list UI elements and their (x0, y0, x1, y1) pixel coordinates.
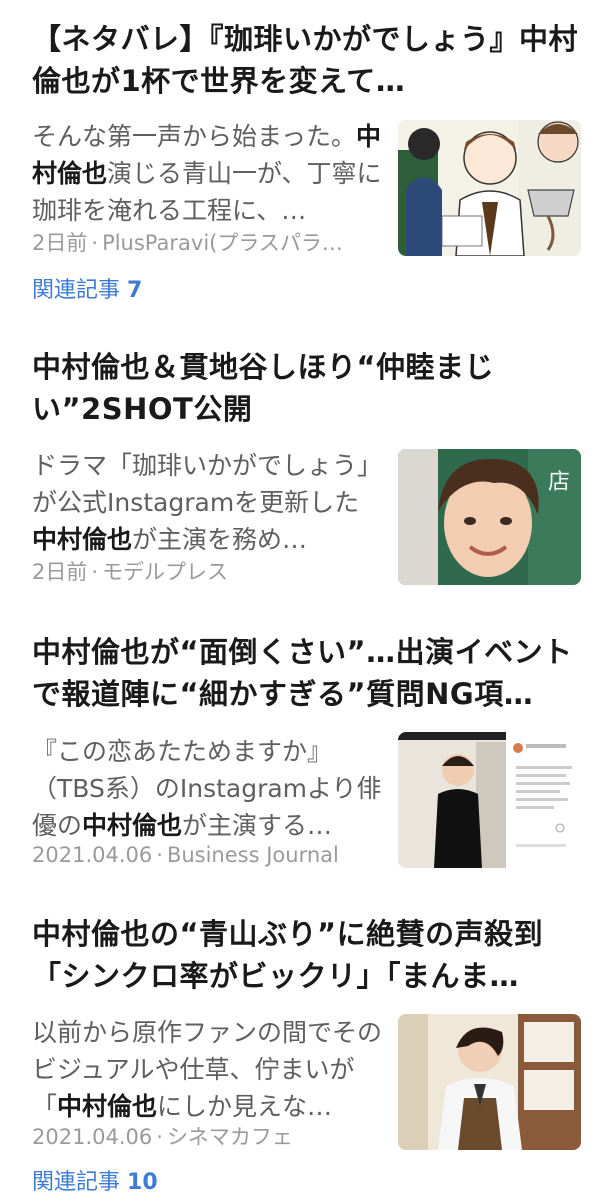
portrait-image: 店 (398, 449, 581, 585)
article-thumbnail[interactable] (398, 120, 581, 256)
barista-image (398, 1014, 581, 1150)
snippet-text: が主演を務め… (132, 525, 308, 554)
article-source: PlusParavi(プラスパラ… (102, 231, 343, 255)
article-title[interactable]: 中村倫也＆貫地谷しほり“仲睦まじい”2SHOT公開 (32, 346, 584, 430)
article-snippet: 以前から原作ファンの間でそのビジュアルや仕草、佇まいが「中村倫也にしか見えな… (32, 1014, 382, 1125)
article-title[interactable]: 中村倫也の“青山ぶり”に絶賛の声殺到「シンクロ率がビックリ」「まんま… (32, 913, 584, 997)
article-snippet: 『この恋あたためますか』（TBS系）のInstagramより俳優の中村倫也が主演… (32, 733, 382, 844)
article-title[interactable]: 中村倫也が“面倒くさい”…出演イベントで報道陣に“細かすぎる”質問NG項… (32, 631, 584, 715)
meta-separator: · (156, 843, 163, 867)
related-articles-link[interactable]: 関連記事 7 (32, 276, 142, 306)
article-time: 2021.04.06 (32, 1125, 153, 1149)
article-meta: 2日前 · モデルプレス (32, 557, 382, 587)
illustration-image (398, 120, 581, 256)
snippet-text: にしか見えな… (157, 1092, 333, 1121)
snippet-highlight: 中村倫也 (32, 525, 133, 554)
snippet-highlight: 中村倫也 (57, 1092, 158, 1121)
article-thumbnail[interactable] (398, 1014, 581, 1150)
article-source: モデルプレス (102, 560, 229, 584)
meta-separator: · (91, 560, 99, 584)
article-snippet: そんな第一声から始まった。中村倫也演じる青山一が、丁寧に珈琲を淹れる工程に、… (32, 118, 382, 229)
instagram-image (398, 732, 581, 868)
article-meta: 2021.04.06 · Business Journal (32, 840, 382, 870)
related-articles-link[interactable]: 関連記事 10 (32, 1168, 158, 1198)
related-label[interactable]: 関連記事 (32, 1170, 120, 1195)
news-feed: 【ネタバレ】『珈琲いかがでしょう』中村倫也が1杯で世界を変えて… そんな第一声か… (0, 0, 603, 1200)
snippet-text: ドラマ「珈琲いかがでしょう」が公式Instagramを更新した (32, 451, 382, 517)
snippet-highlight: 中村倫也 (82, 811, 183, 840)
article-source: シネマカフェ (166, 1125, 293, 1149)
article-snippet: ドラマ「珈琲いかがでしょう」が公式Instagramを更新した中村倫也が主演を務… (32, 447, 382, 558)
snippet-text: が主演する… (182, 811, 333, 840)
article-time: 2日前 (32, 231, 88, 255)
meta-separator: · (91, 231, 99, 255)
article-time: 2日前 (32, 560, 88, 584)
article-meta: 2日前 · PlusParavi(プラスパラ… (32, 228, 382, 258)
article-thumbnail[interactable] (398, 732, 581, 868)
related-label[interactable]: 関連記事 (32, 278, 120, 303)
snippet-text: そんな第一声から始まった。 (32, 122, 357, 151)
svg-text:店: 店 (548, 470, 570, 495)
related-count[interactable]: 10 (127, 1170, 158, 1195)
article-source: Business Journal (166, 843, 339, 867)
article-title[interactable]: 【ネタバレ】『珈琲いかがでしょう』中村倫也が1杯で世界を変えて… (32, 18, 584, 102)
meta-separator: · (156, 1125, 163, 1149)
related-count[interactable]: 7 (127, 278, 142, 303)
article-time: 2021.04.06 (32, 843, 153, 867)
article-meta: 2021.04.06 · シネマカフェ (32, 1122, 382, 1152)
article-thumbnail[interactable]: 店 (398, 449, 581, 585)
